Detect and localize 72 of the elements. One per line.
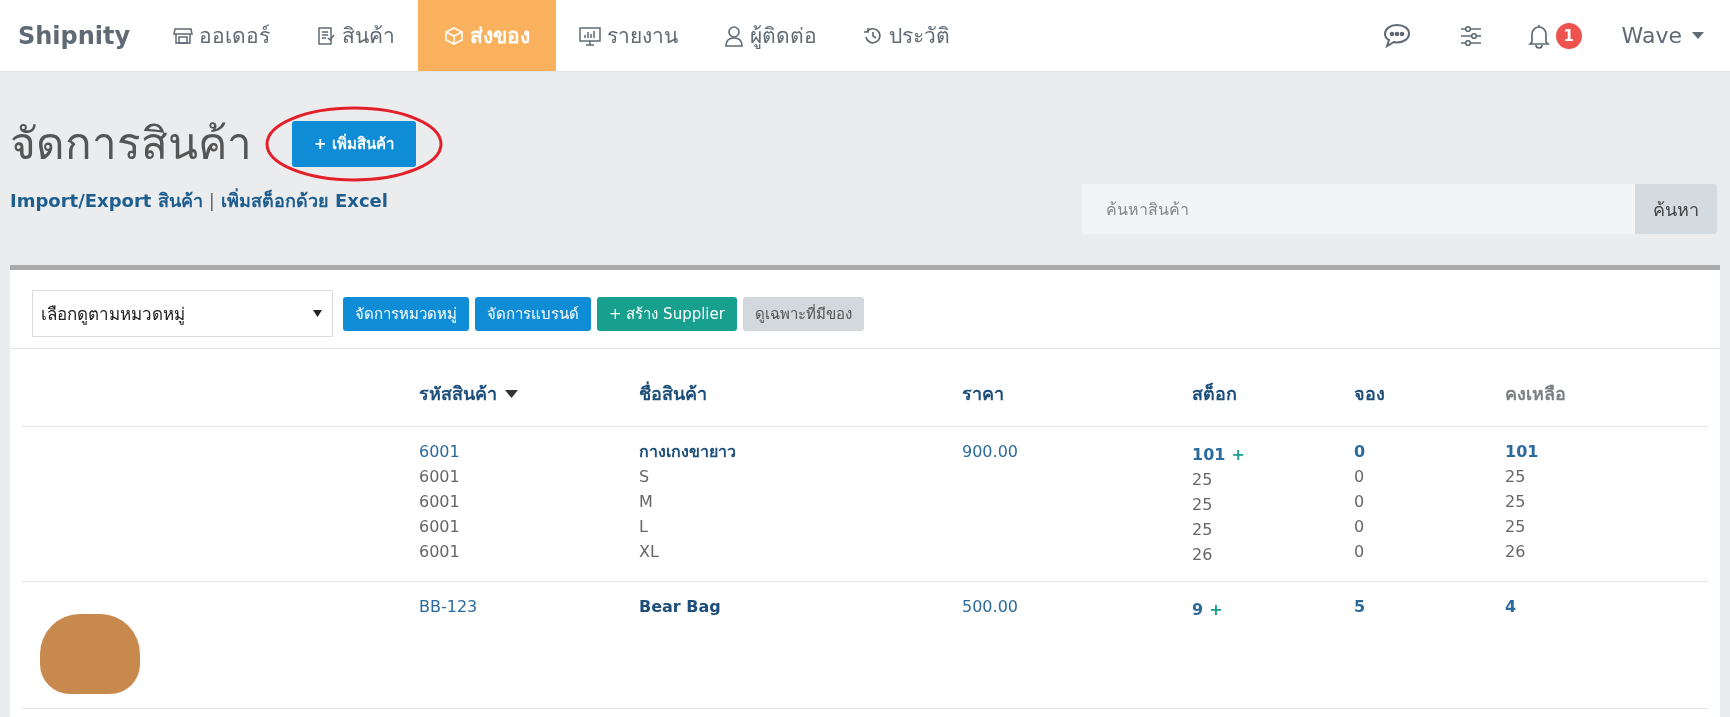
header-link[interactable]: Import/Export สินค้า bbox=[10, 186, 203, 215]
product-name[interactable]: กางเกงขายาว bbox=[639, 442, 736, 461]
document-icon bbox=[316, 25, 337, 46]
column-header[interactable]: จอง bbox=[1354, 379, 1385, 408]
table-cell-text: 6001 bbox=[419, 466, 461, 488]
table-cell-text: 25 bbox=[1505, 466, 1527, 488]
table-cell-text: 25 bbox=[1505, 491, 1527, 513]
table-cell: 500.00 bbox=[962, 597, 1018, 616]
variant-name: M bbox=[639, 491, 654, 513]
table-cell-text: 6001 bbox=[419, 541, 461, 563]
table-cell-text: 25 bbox=[1192, 519, 1214, 541]
variant-name: L bbox=[639, 516, 649, 538]
table-cell-text: 0 bbox=[1354, 516, 1366, 538]
table-cell: 101 bbox=[1192, 445, 1226, 464]
caret-icon bbox=[313, 310, 322, 317]
table-cell-text: 25 bbox=[1192, 469, 1214, 491]
nav-tab[interactable]: รายงาน bbox=[556, 0, 702, 71]
table-cell-text: 6001 bbox=[419, 491, 461, 513]
chat-icon[interactable] bbox=[1381, 21, 1412, 50]
table-cell-text: 0 bbox=[1354, 541, 1366, 563]
notification-badge: 1 bbox=[1555, 22, 1582, 49]
search-field[interactable]: ค้นหาสินค้า bbox=[1082, 184, 1635, 234]
toolbar-button[interactable]: ดูเฉพาะที่มีของ bbox=[742, 296, 864, 331]
add-product-button[interactable]: + เพิ่มสินค้า bbox=[292, 121, 416, 167]
link-separator: | bbox=[208, 190, 215, 211]
history-icon bbox=[863, 25, 884, 46]
table-cell-text: 26 bbox=[1192, 544, 1214, 566]
page-title: จัดการสินค้า bbox=[10, 117, 252, 171]
table-cell: 900.00 bbox=[962, 442, 1018, 461]
table-cell: 4 bbox=[1505, 597, 1517, 616]
notification-bell-icon[interactable] bbox=[1527, 22, 1550, 49]
toolbar-button[interactable]: + สร้าง Supplier bbox=[597, 296, 737, 331]
column-header[interactable]: ชื่อสินค้า bbox=[639, 379, 707, 408]
nav-tab[interactable]: ผู้ติดต่อ bbox=[701, 0, 841, 71]
table-cell: 0 bbox=[1354, 442, 1366, 461]
column-header[interactable]: รหัสสินค้า bbox=[419, 379, 518, 408]
table-cell: 9 bbox=[1192, 600, 1204, 619]
table-cell-text: 26 bbox=[1505, 541, 1527, 563]
table-cell-text: 25 bbox=[1505, 516, 1527, 538]
column-header[interactable]: ราคา bbox=[962, 379, 1004, 408]
header-link[interactable]: เพิ่มสต็อกด้วย Excel bbox=[220, 186, 388, 215]
category-select[interactable]: เลือกดูตามหมวดหมู่ bbox=[32, 290, 333, 337]
product-name[interactable]: Bear Bag bbox=[639, 597, 721, 616]
toolbar-button[interactable]: จัดการแบรนด์ bbox=[475, 296, 591, 331]
monitor-chart-icon bbox=[579, 25, 602, 46]
brand-logo[interactable]: Shipnity bbox=[18, 21, 131, 50]
table-cell-text: 0 bbox=[1354, 491, 1366, 513]
table-cell: 5 bbox=[1354, 597, 1366, 616]
caret-icon bbox=[1692, 32, 1704, 39]
variant-name: XL bbox=[639, 541, 660, 563]
user-menu[interactable]: Wave bbox=[1607, 0, 1730, 71]
add-stock-button[interactable]: + bbox=[1209, 600, 1223, 619]
table-cell[interactable]: 6001 bbox=[419, 442, 460, 461]
column-header[interactable]: คงเหลือ bbox=[1505, 379, 1566, 408]
toolbar-button[interactable]: จัดการหมวดหมู่ bbox=[343, 296, 469, 331]
column-header[interactable]: สต็อก bbox=[1192, 379, 1237, 408]
sort-caret-icon bbox=[505, 389, 518, 398]
table-cell: 101 bbox=[1505, 442, 1539, 461]
add-stock-button[interactable]: + bbox=[1231, 445, 1245, 464]
table-cell-text: 0 bbox=[1354, 466, 1366, 488]
nav-tab[interactable]: สินค้า bbox=[293, 0, 419, 71]
storefront-icon bbox=[173, 25, 194, 46]
table-cell-text: 6001 bbox=[419, 516, 461, 538]
nav-tab[interactable]: ประวัติ bbox=[840, 0, 974, 71]
table-cell[interactable]: BB-123 bbox=[419, 597, 478, 616]
search-button[interactable]: ค้นหา bbox=[1635, 184, 1717, 234]
person-icon bbox=[724, 24, 745, 47]
box-icon bbox=[444, 25, 465, 46]
nav-tab[interactable]: ออเดอร์ bbox=[150, 0, 294, 71]
settings-sliders-icon[interactable] bbox=[1459, 24, 1482, 47]
table-cell-text: 25 bbox=[1192, 494, 1214, 516]
variant-name: S bbox=[639, 466, 651, 488]
